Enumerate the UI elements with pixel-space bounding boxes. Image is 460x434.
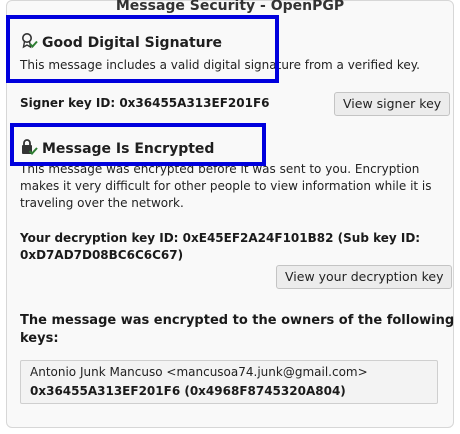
recipients-heading-line1: The message was encrypted to the owners … xyxy=(20,313,455,328)
signature-heading-text: Good Digital Signature xyxy=(42,35,223,51)
recipients-heading-line2: keys: xyxy=(20,331,59,346)
lock-check-icon xyxy=(20,138,38,160)
encryption-description-line2: makes it very difficult for other people… xyxy=(20,179,432,193)
view-signer-key-button[interactable]: View signer key xyxy=(334,92,451,116)
signature-description: This message includes a valid digital si… xyxy=(20,58,420,72)
signer-key-id: Signer key ID: 0x36455A313EF201F6 xyxy=(20,96,270,110)
dialog-title: Message Security - OpenPGP xyxy=(115,0,345,14)
recipient-list: Antonio Junk Mancuso <mancusoa74.junk@gm… xyxy=(20,360,438,404)
recipient-key-ids: 0x36455A313EF201F6 (0x4968F8745320A804) xyxy=(30,384,346,398)
encryption-description-line1: This message was encrypted before it was… xyxy=(20,162,420,176)
encryption-heading-text: Message Is Encrypted xyxy=(42,141,215,157)
view-decryption-key-button[interactable]: View your decryption key xyxy=(276,265,453,289)
encryption-heading: Message Is Encrypted xyxy=(20,138,214,160)
signature-check-icon xyxy=(20,32,38,54)
decryption-key-id-line1: Your decryption key ID: 0xE45EF2A24F101B… xyxy=(20,231,421,245)
decryption-key-id-line2: 0xD7AD7D08BC6C6C67) xyxy=(20,248,184,262)
signature-heading: Good Digital Signature xyxy=(20,32,222,54)
encryption-description-line3: traveling over the network. xyxy=(20,196,184,210)
recipient-name: Antonio Junk Mancuso <mancusoa74.junk@gm… xyxy=(30,365,368,379)
